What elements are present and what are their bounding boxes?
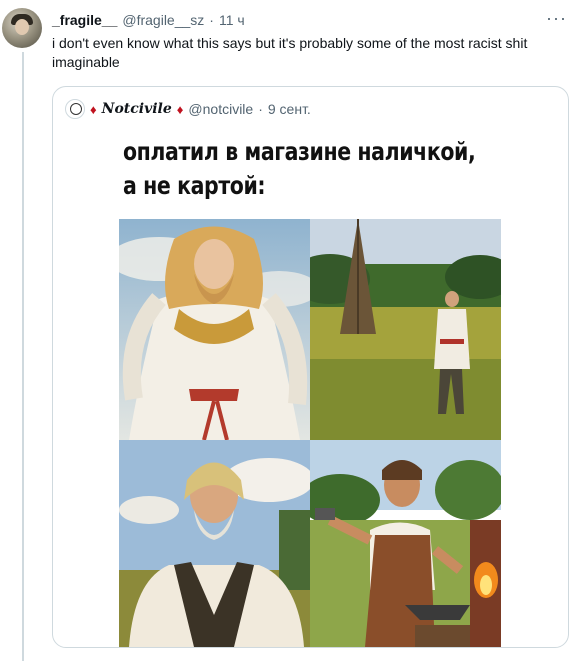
meme-caption-line: оплатил в магазине наличкой, xyxy=(123,137,476,166)
quoted-author-avatar[interactable] xyxy=(65,99,85,119)
quoted-author-handle[interactable]: @notcivile xyxy=(188,101,253,117)
tweet-header: _fragile__ @fragile__sz · 11 ч xyxy=(52,12,245,28)
author-handle[interactable]: @fragile__sz xyxy=(122,12,204,28)
author-avatar[interactable] xyxy=(2,8,42,48)
diamond-icon: ♦ xyxy=(90,101,97,117)
thread-line xyxy=(22,52,24,661)
god-figure-painting xyxy=(119,219,310,440)
man-in-field-photo xyxy=(310,219,501,440)
meme-caption: оплатил в магазине наличкой, а не картой… xyxy=(123,135,476,203)
author-name[interactable]: _fragile__ xyxy=(52,12,117,28)
header-separator: · xyxy=(209,12,214,28)
meme-image[interactable]: оплатил в магазине наличкой, а не картой… xyxy=(119,127,501,647)
meme-panel-grid xyxy=(119,219,501,647)
more-options-icon[interactable]: ··· xyxy=(546,8,567,29)
quoted-tweet-header: ♦ Notcivile ♦ @notcivile · 9 сент. xyxy=(65,99,311,119)
quoted-separator: · xyxy=(258,101,263,117)
quoted-date[interactable]: 9 сент. xyxy=(268,101,311,117)
quoted-tweet[interactable]: ♦ Notcivile ♦ @notcivile · 9 сент. оплат… xyxy=(52,86,569,648)
tweet-text: i don't even know what this says but it'… xyxy=(52,35,528,70)
quoted-author-name[interactable]: Notcivile xyxy=(102,101,172,117)
tweet-time[interactable]: 11 ч xyxy=(219,12,245,28)
bearded-peasant-painting xyxy=(119,440,310,647)
diamond-icon: ♦ xyxy=(176,101,184,117)
blacksmith-painting xyxy=(310,440,501,647)
meme-caption-line: а не картой: xyxy=(123,171,266,200)
